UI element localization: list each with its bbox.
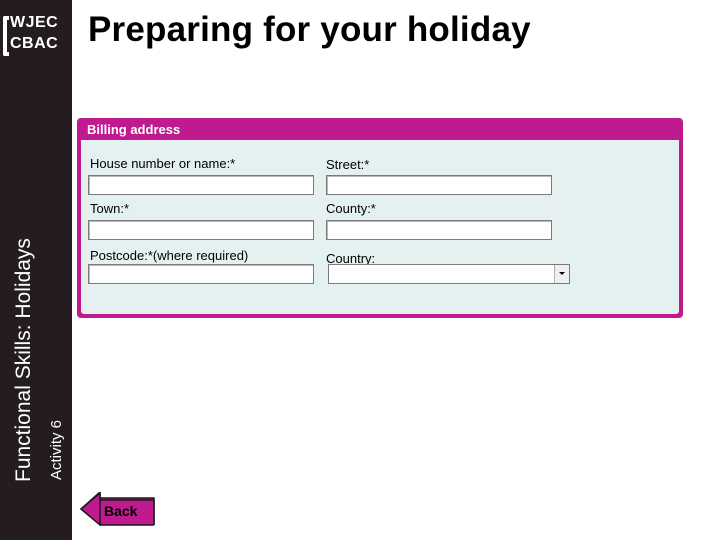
logo-line-1: WJEC (10, 14, 59, 31)
logo-line-2: CBAC (10, 35, 59, 52)
street-label: Street:* (326, 157, 370, 172)
town-input[interactable] (88, 220, 314, 240)
billing-address-panel: Billing address (77, 118, 683, 318)
activity-label: Activity 6 (48, 419, 65, 480)
logo-bracket-icon (3, 16, 9, 56)
house-input[interactable] (88, 175, 314, 195)
page-title: Preparing for your holiday (88, 10, 531, 49)
sidebar: WJEC CBAC Functional Skills: Holidays Ac… (0, 0, 72, 540)
dropdown-button[interactable] (554, 265, 569, 283)
course-title: Functional Skills: Holidays (12, 238, 35, 482)
house-label: House number or name:* (90, 156, 236, 171)
postcode-input[interactable] (88, 264, 314, 284)
county-input[interactable] (326, 220, 552, 240)
back-button-label: Back (104, 503, 138, 519)
country-select[interactable] (328, 264, 570, 284)
county-label: County:* (326, 201, 376, 216)
town-label: Town:* (90, 201, 130, 216)
billing-address-header: Billing address (87, 122, 181, 137)
wjec-cbac-logo: WJEC CBAC (0, 6, 70, 58)
chevron-down-icon (559, 272, 565, 275)
postcode-label: Postcode:*(where required) (90, 248, 249, 263)
back-button[interactable]: Back (80, 492, 155, 526)
street-input[interactable] (326, 175, 552, 195)
